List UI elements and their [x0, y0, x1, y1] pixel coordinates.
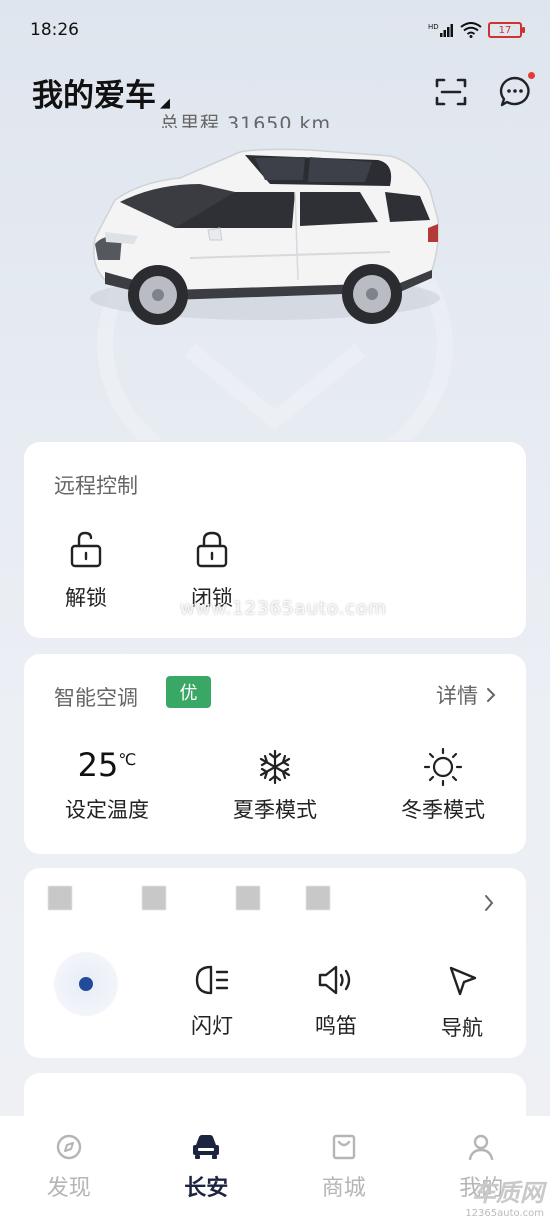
site-logo-url: 12365auto.com — [465, 1208, 544, 1219]
car-icon — [193, 1135, 220, 1159]
snowflake-icon — [259, 749, 291, 785]
blurred-item — [236, 886, 260, 910]
profile-icon — [469, 1134, 494, 1161]
ac-detail-label: 详情 — [436, 684, 478, 708]
network-label: HD — [428, 23, 439, 31]
location-dot-icon — [79, 977, 93, 991]
tab-changan[interactable]: 长安 — [156, 1132, 256, 1202]
lock-icon — [196, 531, 228, 568]
site-logo-text: 车质网 — [472, 1179, 544, 1207]
headlight-icon — [195, 965, 229, 995]
summer-mode-button[interactable]: 夏季模式 — [200, 746, 350, 824]
vehicle-image — [90, 148, 453, 440]
shop-icon — [332, 1134, 355, 1160]
status-bar: 18:26 HD 17 — [0, 0, 550, 60]
flash-lights-button[interactable]: 闪灯 — [172, 964, 252, 1040]
flash-lights-label: 闪灯 — [191, 1014, 233, 1038]
tab-changan-label: 长安 — [184, 1176, 229, 1201]
unread-badge — [528, 72, 535, 79]
air-quality-badge: 优 — [166, 676, 211, 708]
quick-actions-card: 闪灯 鸣笛 导航 — [24, 868, 526, 1058]
winter-mode-button[interactable]: 冬季模式 — [368, 746, 518, 824]
ac-temperature-value: 25 ℃ — [32, 746, 182, 788]
signal-icon: HD — [428, 23, 453, 37]
quick-more-button[interactable] — [484, 894, 494, 916]
status-time: 18:26 — [30, 20, 79, 40]
watermark-text: www.12365auto.com — [180, 598, 387, 619]
smart-ac-title: 智能空调 — [54, 686, 138, 710]
tab-shop[interactable]: 商城 — [294, 1132, 394, 1202]
navigation-label: 导航 — [441, 1016, 483, 1040]
navigation-icon — [449, 966, 477, 996]
location-radar[interactable] — [54, 952, 118, 1016]
smart-ac-card: 智能空调 优 详情 25 ℃ 设定温度 夏季模式 冬季模式 — [24, 654, 526, 854]
horn-label: 鸣笛 — [315, 1014, 357, 1038]
message-button[interactable] — [498, 72, 535, 109]
ac-temperature-label: 设定温度 — [65, 798, 149, 822]
navigation-button[interactable]: 导航 — [422, 964, 502, 1042]
scan-button[interactable] — [434, 75, 468, 109]
blurred-item — [306, 886, 330, 910]
battery-icon: 17 — [488, 22, 525, 38]
discover-icon — [56, 1134, 81, 1160]
tab-discover[interactable]: 发现 — [19, 1132, 119, 1202]
blurred-item — [48, 886, 72, 910]
winter-mode-label: 冬季模式 — [401, 798, 485, 822]
remote-control-title: 远程控制 — [54, 474, 138, 498]
wifi-icon — [460, 22, 482, 38]
unlock-icon — [70, 531, 102, 568]
page-title: 我的爱车 — [32, 77, 156, 114]
summer-mode-label: 夏季模式 — [233, 798, 317, 822]
ac-temperature-unit: ℃ — [118, 750, 137, 769]
blurred-tab-row — [48, 886, 448, 912]
ac-temperature-number: 25 — [77, 746, 119, 784]
scan-icon — [435, 78, 467, 106]
ac-temperature[interactable]: 25 ℃ 设定温度 — [32, 746, 182, 824]
message-icon — [499, 76, 530, 107]
horn-button[interactable]: 鸣笛 — [296, 964, 376, 1040]
horn-icon — [318, 965, 351, 995]
tab-shop-label: 商城 — [321, 1176, 366, 1201]
vehicle-selector[interactable]: 我的爱车 ◢ — [32, 70, 170, 115]
bottom-tab-bar: 发现 长安 商城 我的 车质网 12365auto.com — [0, 1116, 550, 1219]
ac-detail-link[interactable]: 详情 — [436, 680, 496, 710]
site-logo: 车质网 12365auto.com — [444, 1173, 544, 1219]
sun-icon — [423, 747, 463, 787]
chevron-right-icon — [487, 688, 496, 702]
tab-discover-label: 发现 — [46, 1176, 91, 1201]
unlock-button[interactable]: 解锁 — [46, 530, 126, 612]
status-icons: HD 17 — [428, 22, 525, 38]
chevron-right-icon — [485, 895, 494, 911]
unlock-label: 解锁 — [65, 586, 107, 610]
battery-level: 17 — [498, 24, 512, 36]
blurred-item — [142, 886, 166, 910]
